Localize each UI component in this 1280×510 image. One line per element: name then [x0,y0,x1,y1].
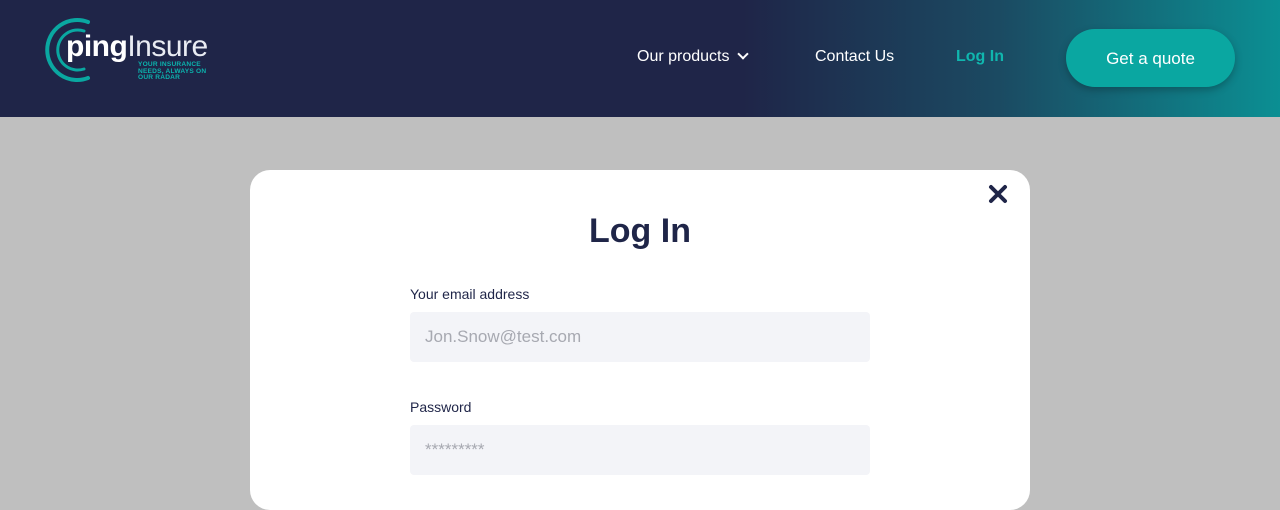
nav-log-in[interactable]: Log In [956,46,1004,68]
logo-ping: ping [66,30,128,63]
nav-contact-us[interactable]: Contact Us [815,46,894,68]
close-icon[interactable] [986,182,1010,206]
email-field[interactable] [410,312,870,362]
login-modal: Log In Your email address Password [250,170,1030,510]
logo-insure: Insure [127,30,208,63]
logo-tagline: YOUR INSURANCE NEEDS, ALWAYS ON OUR RADA… [138,61,207,81]
logo-wordmark: pingInsure [66,30,208,64]
email-label: Your email address [410,286,530,302]
password-field[interactable] [410,425,870,475]
ping-insure-logo[interactable]: pingInsure YOUR INSURANCE NEEDS, ALWAYS … [44,16,234,86]
nav-our-products[interactable]: Our products [637,46,750,68]
chevron-down-icon [737,48,750,60]
site-header: pingInsure YOUR INSURANCE NEEDS, ALWAYS … [0,0,1280,117]
get-a-quote-button[interactable]: Get a quote [1066,29,1235,87]
modal-title: Log In [589,212,691,250]
password-label: Password [410,399,472,415]
nav-our-products-label: Our products [637,48,730,65]
